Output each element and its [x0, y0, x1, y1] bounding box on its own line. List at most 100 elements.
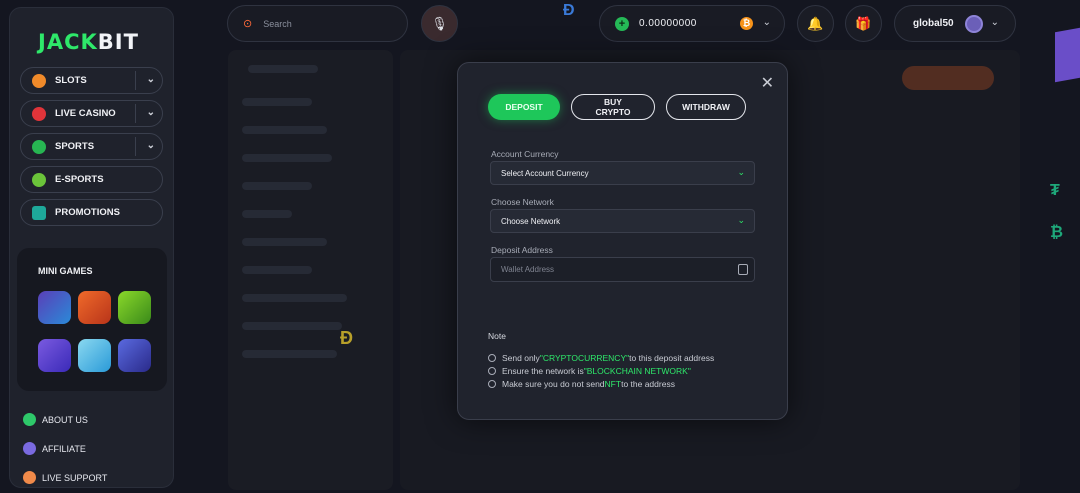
account-currency-value: Select Account Currency [501, 168, 589, 178]
sidebar-item-slots[interactable]: SLOTS ⌄ [20, 67, 163, 94]
chevron-down-icon[interactable]: ⌄ [991, 17, 999, 28]
deposit-address-field[interactable] [490, 257, 755, 282]
sports-icon [32, 139, 46, 154]
logo-part1: JACK [38, 30, 98, 54]
sidebar-item-live-casino[interactable]: LIVE CASINO ⌄ [20, 100, 163, 127]
sidebar-item-label: PROMOTIONS [55, 207, 120, 218]
deposit-address-label: Deposit Address [491, 245, 553, 255]
notifications-button[interactable]: 🔔 [797, 5, 834, 42]
balance-value: 0.00000000 [639, 18, 697, 29]
note-text-highlight: "BLOCKCHAIN NETWORK" [583, 366, 691, 376]
chevron-down-icon[interactable]: ⌄ [147, 74, 155, 85]
note-text-post: to the address [621, 379, 675, 389]
bullet-icon [488, 354, 496, 362]
note-text-pre: Ensure the network is [502, 366, 584, 376]
podcast-button[interactable]: 🎙 [421, 5, 458, 42]
mini-game-dino[interactable] [118, 291, 151, 324]
sidebar-item-label: SLOTS [55, 75, 87, 86]
account-currency-select[interactable]: Select Account Currency ⌄ [490, 161, 755, 185]
tab-buy-crypto[interactable]: BUY CRYPTO [571, 94, 655, 120]
dash-coin-icon: Đ [563, 2, 575, 19]
username: global50 [913, 18, 954, 29]
search-bar[interactable]: ⊙ [227, 5, 408, 42]
divider [135, 137, 136, 156]
bell-icon: 🔔 [807, 15, 824, 31]
tab-withdraw[interactable]: WITHDRAW [666, 94, 746, 120]
bg-line [242, 294, 347, 302]
podcast-icon: 🎙 [431, 15, 448, 31]
sidebar-item-label: LIVE CASINO [55, 108, 116, 119]
esports-icon [32, 172, 46, 187]
sidebar: JACKBIT SLOTS ⌄ LIVE CASINO ⌄ SPORTS ⌄ E… [9, 7, 174, 488]
bg-line [242, 238, 327, 246]
bitcoin-icon: ₿ [1050, 224, 1064, 241]
mini-game-tower[interactable] [78, 339, 111, 372]
chevron-down-icon[interactable]: ⌄ [147, 107, 155, 118]
user-menu[interactable]: global50 ⌄ [894, 5, 1016, 42]
note-text-highlight: "CRYPTOCURRENCY" [539, 353, 630, 363]
close-icon[interactable]: ✕ [761, 73, 774, 93]
logo[interactable]: JACKBIT [38, 30, 139, 54]
bg-line [242, 154, 332, 162]
account-currency-label: Account Currency [491, 149, 559, 159]
promotions-icon [32, 205, 46, 220]
network-value: Choose Network [501, 216, 561, 226]
mini-game-dice[interactable] [38, 339, 71, 372]
footer-item-label: ABOUT US [42, 414, 88, 425]
footer-item-affiliate[interactable]: AFFILIATE [23, 442, 86, 455]
gift-icon: 🎁 [855, 15, 872, 31]
background-panel [228, 50, 393, 490]
note-item: Ensure the network is "BLOCKCHAIN NETWOR… [488, 366, 691, 376]
sidebar-item-esports[interactable]: E-SPORTS [20, 166, 163, 193]
mini-games-title: MINI GAMES [38, 266, 93, 276]
note-text-pre: Make sure you do not send [502, 379, 605, 389]
wallet-modal: ✕ DEPOSIT BUY CRYPTO WITHDRAW Account Cu… [457, 62, 788, 420]
chevron-down-icon[interactable]: ⌄ [763, 17, 771, 28]
note-item: Make sure you do not send NFT to the add… [488, 379, 675, 389]
plus-icon[interactable]: + [615, 16, 629, 31]
network-select[interactable]: Choose Network ⌄ [490, 209, 755, 233]
footer-item-about-us[interactable]: ABOUT US [23, 413, 88, 426]
search-icon: ⊙ [243, 18, 253, 30]
wallet-address-input[interactable] [491, 265, 721, 274]
search-input[interactable] [263, 18, 384, 29]
chevron-down-icon: ⌄ [737, 167, 745, 177]
support-icon [23, 471, 36, 484]
network-label: Choose Network [491, 197, 554, 207]
sidebar-item-sports[interactable]: SPORTS ⌄ [20, 133, 163, 160]
mini-game-crash[interactable] [78, 291, 111, 324]
footer-item-live-support[interactable]: LIVE SUPPORT [23, 471, 107, 484]
divider [135, 71, 136, 90]
footer-item-label: AFFILIATE [42, 443, 86, 454]
bitcoin-icon: ₿ [740, 17, 753, 30]
gift-button[interactable]: 🎁 [845, 5, 882, 42]
note-item: Send only "CRYPTOCURRENCY" to this depos… [488, 353, 714, 363]
bg-line [242, 210, 292, 218]
tab-deposit[interactable]: DEPOSIT [488, 94, 560, 120]
bg-line [242, 98, 312, 106]
mini-game-plinko[interactable] [38, 291, 71, 324]
dogecoin-icon: Ð [340, 328, 353, 348]
bg-line [242, 322, 342, 330]
note-text-highlight: NFT [604, 379, 622, 389]
chevron-down-icon[interactable]: ⌄ [147, 140, 155, 151]
logo-part2: BIT [97, 30, 139, 54]
copy-icon[interactable] [738, 264, 748, 275]
background-decoration [1055, 27, 1080, 83]
wallet-balance[interactable]: + 0.00000000 ₿ ⌄ [599, 5, 785, 42]
chevron-down-icon: ⌄ [737, 215, 745, 225]
sidebar-item-promotions[interactable]: PROMOTIONS [20, 199, 163, 226]
bg-line [242, 350, 337, 358]
note-title: Note [488, 331, 506, 341]
avatar [965, 15, 983, 33]
live-casino-icon [32, 106, 46, 121]
bullet-icon [488, 380, 496, 388]
background-button [902, 66, 994, 90]
sidebar-item-label: SPORTS [55, 141, 95, 152]
bg-line [242, 182, 312, 190]
sidebar-item-label: E-SPORTS [55, 174, 104, 185]
mini-game-cards[interactable] [118, 339, 151, 372]
bg-line [242, 266, 312, 274]
info-icon [23, 413, 36, 426]
affiliate-icon [23, 442, 36, 455]
